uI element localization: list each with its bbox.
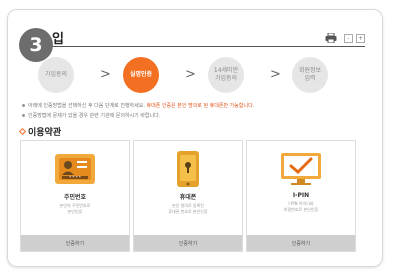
option-name: I-PIN xyxy=(292,192,310,199)
section-title: 이용약관 xyxy=(18,125,62,138)
verification-options: * * * * 주민번호 본인의 주민번호로 본인인증 인증하기 휴대폰 본인 … xyxy=(20,140,356,252)
step-verification: 실명인증 xyxy=(123,57,159,93)
print-icon[interactable] xyxy=(325,33,337,43)
option-ipin: I-PIN I-PIN 아이디와 비밀번호로 본인인증 인증하기 xyxy=(246,140,356,252)
chevron-right-icon: > xyxy=(270,67,281,82)
section-title-text: 이용약관 xyxy=(28,128,62,138)
signup-steps: 가입동의 > 실명인증 > 14세미만 가입동의 > 회원정보 입력 xyxy=(24,57,328,93)
chevron-right-icon: > xyxy=(185,67,196,82)
option-description: 본인 명의로 등록된 휴대폰 번호로 본인인증 xyxy=(168,203,208,214)
notice-highlight: 휴대폰 인증은 본인 명의로 된 휴대폰만 가능합니다. xyxy=(146,103,255,109)
option-description: I-PIN 아이디와 비밀번호로 본인인증 xyxy=(283,201,319,212)
option-mobile-phone: 휴대폰 본인 명의로 등록된 휴대폰 번호로 본인인증 인증하기 xyxy=(133,140,243,252)
verify-resident-button[interactable]: 인증하기 xyxy=(21,235,129,251)
svg-text:* * * *: * * * * xyxy=(69,175,81,180)
notice-text: 인증방법에 문제가 있을 경우 관련 기관에 문의하시기 바랍니다. xyxy=(28,113,161,119)
step-label: 14세미만 가입동의 xyxy=(213,67,239,82)
step-number-badge: 3 xyxy=(19,28,53,62)
monitor-check-icon xyxy=(279,150,323,188)
verify-ipin-button[interactable]: 인증하기 xyxy=(247,235,355,251)
font-decrease-button[interactable]: - xyxy=(344,33,353,43)
option-description: 본인의 주민번호로 본인인증 xyxy=(59,203,91,214)
chevron-right-icon: > xyxy=(100,67,111,82)
step-under14-consent: 14세미만 가입동의 xyxy=(208,57,244,93)
step-label: 실명인증 xyxy=(129,71,153,78)
option-name: 주민번호 xyxy=(63,194,87,201)
bullet-icon xyxy=(22,114,25,117)
verify-phone-button[interactable]: 인증하기 xyxy=(134,235,242,251)
phone-lock-icon xyxy=(166,150,210,188)
notice-line: 아래에 인증방법을 선택하신 후 다음 단계로 진행하세요. 휴대폰 인증은 본… xyxy=(22,101,342,111)
diamond-bullet-icon xyxy=(18,127,27,136)
notice-box: 아래에 인증방법을 선택하신 후 다음 단계로 진행하세요. 휴대폰 인증은 본… xyxy=(22,101,342,121)
step-label: 회원정보 입력 xyxy=(298,67,322,82)
page-title: 입 xyxy=(52,32,64,47)
step-member-info: 회원정보 입력 xyxy=(292,57,328,93)
step-label: 가입동의 xyxy=(44,71,68,78)
step-agreement: 가입동의 xyxy=(38,57,74,93)
font-increase-button[interactable]: + xyxy=(356,33,365,43)
id-card-icon: * * * * xyxy=(53,150,97,188)
option-resident-number: * * * * 주민번호 본인의 주민번호로 본인인증 인증하기 xyxy=(20,140,130,252)
notice-line: 인증방법에 문제가 있을 경우 관련 기관에 문의하시기 바랍니다. xyxy=(22,111,342,121)
toolbar: - + xyxy=(325,33,365,43)
option-name: 휴대폰 xyxy=(179,194,197,201)
bullet-icon xyxy=(22,104,25,107)
notice-text: 아래에 인증방법을 선택하신 후 다음 단계로 진행하세요. xyxy=(28,103,145,109)
title-divider xyxy=(20,46,365,47)
